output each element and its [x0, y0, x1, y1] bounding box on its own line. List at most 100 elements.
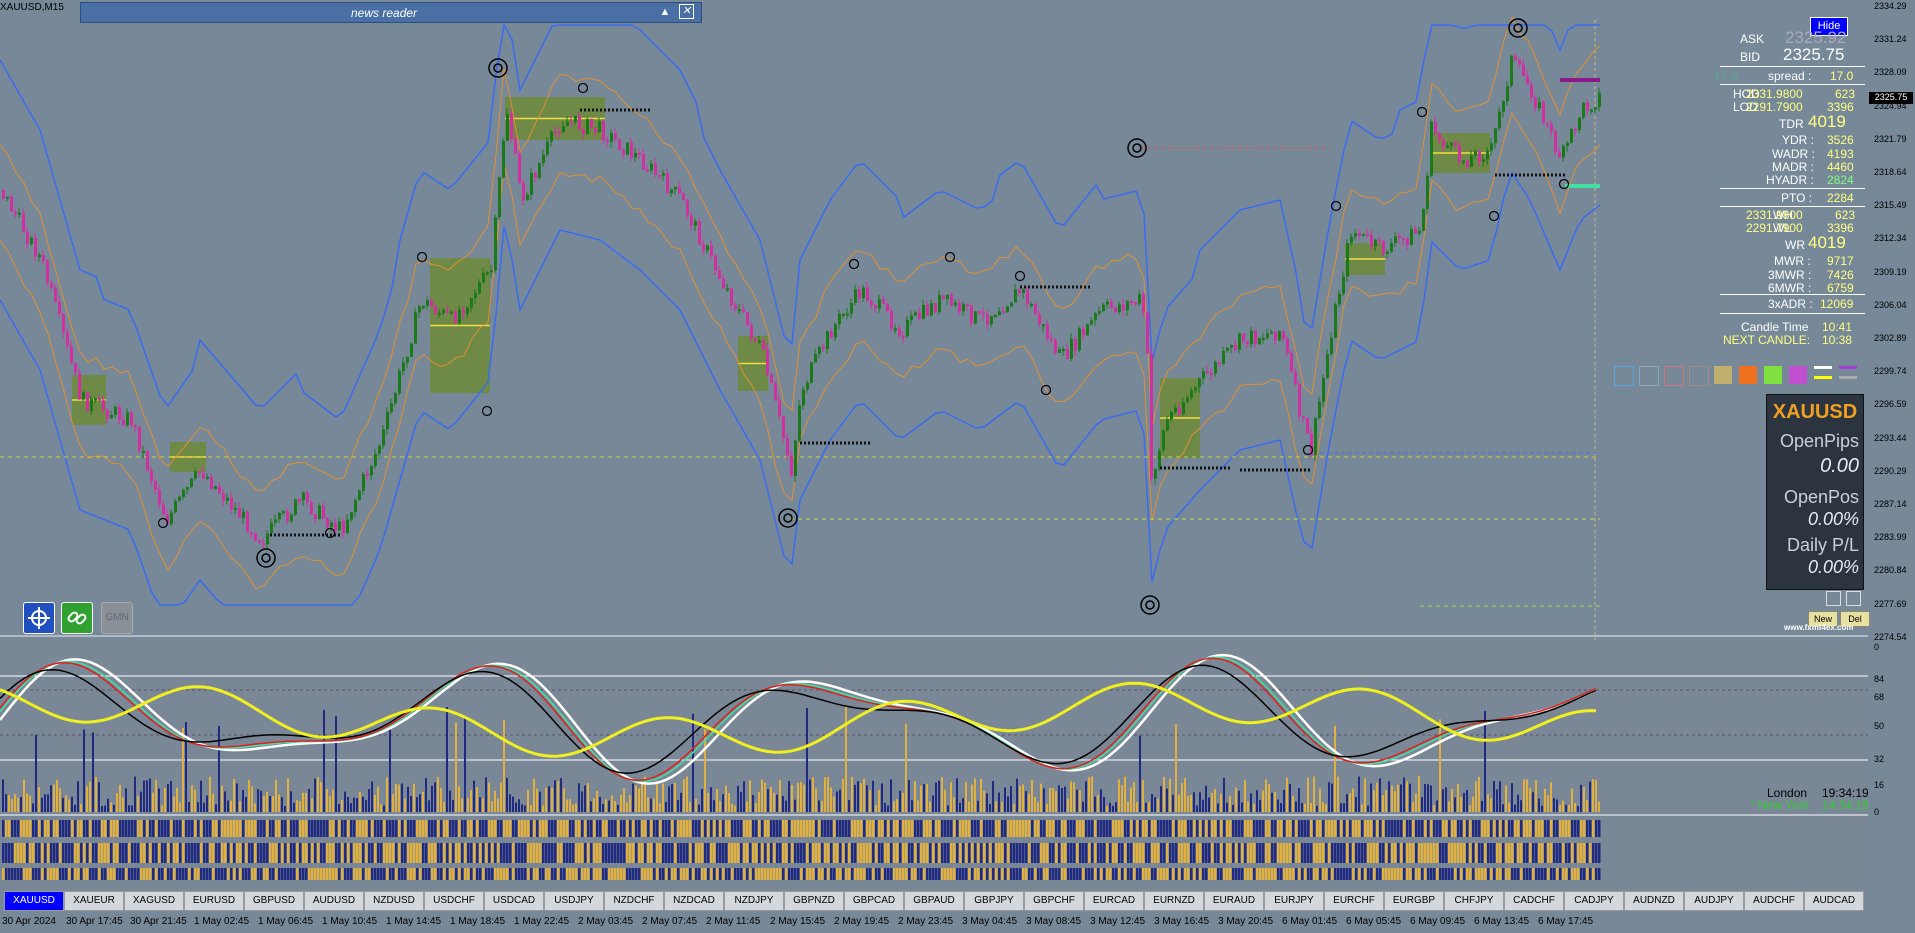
crosshair-icon[interactable] — [23, 602, 55, 634]
volume-bar — [440, 787, 442, 812]
heat-strip-cell — [515, 843, 518, 863]
symbol-tab-nzdusd[interactable]: NZDUSD — [364, 891, 424, 911]
heat-strip-cell — [830, 868, 833, 880]
symbol-tab-xauusd[interactable]: XAUUSD — [4, 891, 64, 911]
symbol-tab-gbpcad[interactable]: GBPCAD — [844, 891, 904, 911]
symbol-tab-nzdchf[interactable]: NZDCHF — [604, 891, 664, 911]
checkbox[interactable] — [1846, 591, 1861, 606]
heat-strip-cell — [812, 868, 815, 880]
symbol-tab-nzdcad[interactable]: NZDCAD — [664, 891, 724, 911]
heat-strip-cell — [1013, 868, 1016, 880]
symbol-tab-audcad[interactable]: AUDCAD — [1804, 891, 1864, 911]
candle-body — [1130, 301, 1133, 304]
volume-bar — [1136, 802, 1138, 812]
heat-strip-cell — [401, 868, 404, 880]
symbol-tab-usdchf[interactable]: USDCHF — [424, 891, 484, 911]
swatch[interactable] — [1714, 366, 1732, 384]
symbol-tab-euraud[interactable]: EURAUD — [1204, 891, 1264, 911]
symbol-tab-cadchf[interactable]: CADCHF — [1504, 891, 1564, 911]
volume-bar — [1316, 805, 1318, 812]
symbol-tab-gbpnzd[interactable]: GBPNZD — [784, 891, 844, 911]
volume-bar — [1460, 796, 1462, 812]
heat-strip-cell — [254, 820, 257, 837]
collapse-icon[interactable]: ▲ — [657, 4, 673, 20]
heat-strip-cell — [764, 843, 767, 863]
swatch[interactable] — [1839, 366, 1857, 374]
heat-strip-cell — [305, 843, 308, 863]
news-reader-bar[interactable]: news reader ▲ ✕ — [80, 2, 702, 23]
time-tick: 1 May 18:45 — [450, 916, 506, 927]
heat-strip-cell — [83, 868, 86, 880]
volume-bar — [1523, 779, 1525, 812]
symbol-tab-eurcad[interactable]: EURCAD — [1084, 891, 1144, 911]
close-icon[interactable]: ✕ — [679, 4, 694, 19]
volume-bar — [359, 792, 361, 812]
symbol-tab-audnzd[interactable]: AUDNZD — [1624, 891, 1684, 911]
symbol-tab-eurchf[interactable]: EURCHF — [1324, 891, 1384, 911]
volume-bar — [575, 803, 577, 812]
volume-bar — [293, 802, 295, 812]
heat-strip-cell — [782, 868, 785, 880]
candle-time-label: Candle Time — [1741, 320, 1809, 334]
symbol-tab-chfjpy[interactable]: CHFJPY — [1444, 891, 1504, 911]
volume-bar — [1382, 795, 1384, 812]
volume-bar — [869, 790, 871, 812]
time-tick: 2 May 03:45 — [578, 916, 634, 927]
swatch[interactable] — [1789, 366, 1807, 384]
heat-strip-cell — [65, 820, 68, 837]
heat-strip-cell — [1058, 868, 1061, 880]
heat-strip-cell — [1574, 868, 1577, 880]
symbol-tab-audjpy[interactable]: AUDJPY — [1684, 891, 1744, 911]
heat-strip-cell — [803, 868, 806, 880]
volume-bar — [206, 795, 208, 812]
candle-body — [526, 194, 529, 201]
candle-body — [866, 287, 869, 301]
swatch[interactable] — [1664, 366, 1684, 386]
volume-bar — [1436, 800, 1438, 812]
candle-body — [1022, 289, 1025, 293]
heat-strip-cell — [806, 820, 809, 837]
symbol-tab-gbpchf[interactable]: GBPCHF — [1024, 891, 1084, 911]
heat-strip-cell — [1004, 843, 1007, 863]
symbol-tab-eurnzd[interactable]: EURNZD — [1144, 891, 1204, 911]
swatch[interactable] — [1739, 366, 1757, 384]
volume-bar — [86, 786, 88, 812]
swatch[interactable] — [1639, 366, 1659, 386]
price-chart[interactable] — [0, 0, 1915, 933]
symbol-tab-gbpjpy[interactable]: GBPJPY — [964, 891, 1024, 911]
gmn-button[interactable]: GMN — [101, 602, 133, 634]
swatch[interactable] — [1814, 366, 1832, 374]
link-icon[interactable] — [61, 602, 93, 634]
candle-body — [1302, 416, 1305, 419]
heat-strip-cell — [1280, 843, 1283, 863]
heat-strip-cell — [1127, 843, 1130, 863]
heat-strip-cell — [1517, 843, 1520, 863]
symbol-tab-eurjpy[interactable]: EURJPY — [1264, 891, 1324, 911]
symbol-tab-audchf[interactable]: AUDCHF — [1744, 891, 1804, 911]
candle-body — [1214, 361, 1217, 374]
heat-strip-cell — [479, 868, 482, 880]
swatch[interactable] — [1839, 376, 1857, 384]
symbol-tab-usdjpy[interactable]: USDJPY — [544, 891, 604, 911]
checkbox[interactable] — [1826, 591, 1841, 606]
symbol-tab-audusd[interactable]: AUDUSD — [304, 891, 364, 911]
symbol-tab-gbpaud[interactable]: GBPAUD — [904, 891, 964, 911]
volume-bar — [242, 789, 244, 812]
swatch[interactable] — [1814, 376, 1832, 384]
candle-body — [238, 507, 241, 519]
symbol-tab-eurusd[interactable]: EURUSD — [184, 891, 244, 911]
symbol-tab-gbpusd[interactable]: GBPUSD — [244, 891, 304, 911]
volume-bar — [530, 805, 532, 812]
swatch[interactable] — [1764, 366, 1782, 384]
symbol-tab-eurgbp[interactable]: EURGBP — [1384, 891, 1444, 911]
symbol-tab-xaueur[interactable]: XAUEUR — [64, 891, 124, 911]
heat-strip-cell — [455, 868, 458, 880]
heat-strip-cell — [593, 843, 596, 863]
candle-body — [454, 311, 457, 324]
swatch[interactable] — [1689, 366, 1709, 386]
swatch[interactable] — [1614, 366, 1634, 386]
symbol-tab-xagusd[interactable]: XAGUSD — [124, 891, 184, 911]
symbol-tab-usdcad[interactable]: USDCAD — [484, 891, 544, 911]
symbol-tab-nzdjpy[interactable]: NZDJPY — [724, 891, 784, 911]
symbol-tab-cadjpy[interactable]: CADJPY — [1564, 891, 1624, 911]
